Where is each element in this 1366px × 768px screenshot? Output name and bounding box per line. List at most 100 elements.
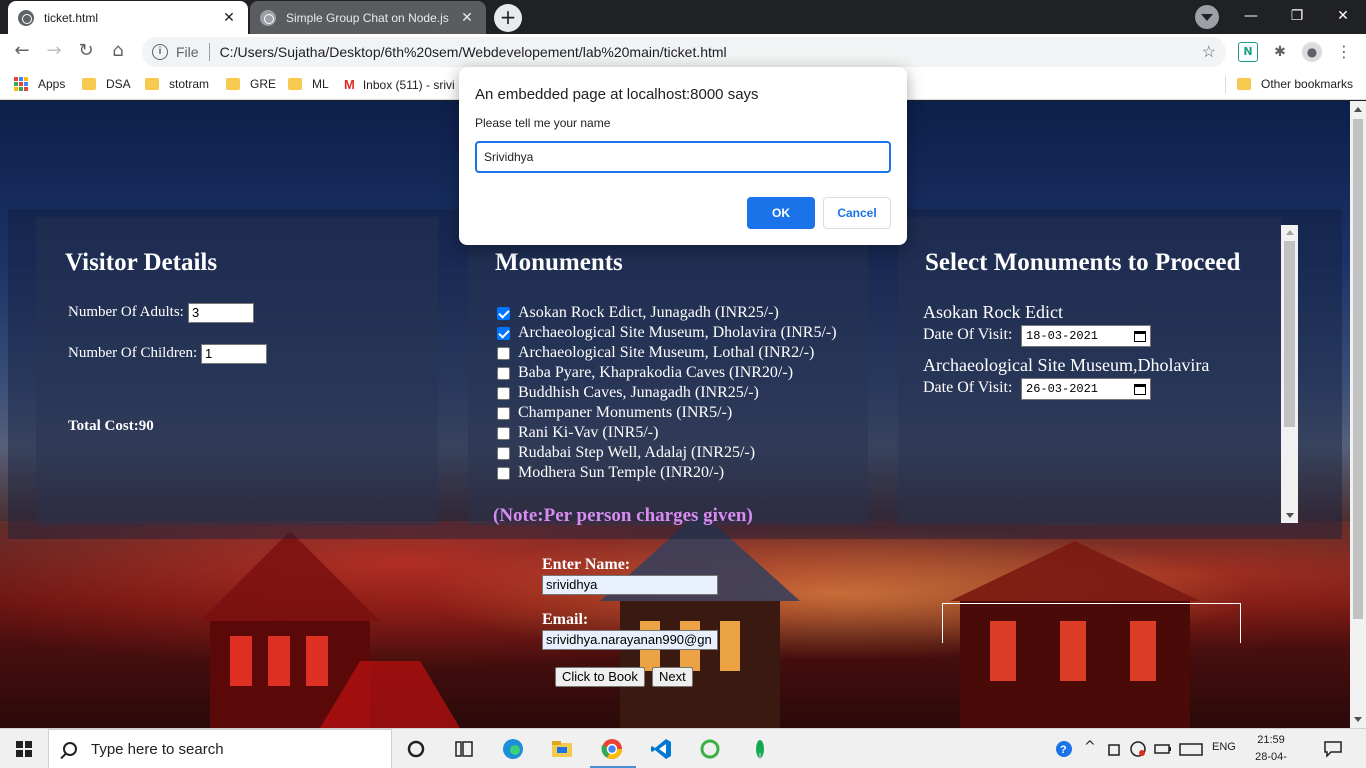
tab-search-icon[interactable]	[1195, 5, 1219, 29]
new-tab-button[interactable]: +	[494, 4, 522, 32]
monument-item[interactable]: Archaeological Site Museum, Dholavira (I…	[497, 323, 837, 343]
url-text[interactable]: C:/Users/Sujatha/Desktop/6th%20sem/Webde…	[220, 44, 727, 60]
checkbox[interactable]	[497, 326, 510, 340]
monument-item[interactable]: Modhera Sun Temple (INR20/-)	[497, 463, 837, 483]
bookmark-gmail[interactable]: M Inbox (511) - srivi	[344, 77, 455, 92]
restore-button[interactable]: ❐	[1274, 0, 1320, 34]
scroll-thumb[interactable]	[1353, 119, 1363, 619]
visit-date-input[interactable]: 26-03-2021	[1021, 378, 1151, 400]
monument-item[interactable]: Champaner Monuments (INR5/-)	[497, 403, 837, 423]
dialog-name-input[interactable]: Srividhya	[475, 141, 891, 173]
mongodb-icon[interactable]	[748, 737, 772, 761]
tab-group-chat[interactable]: Simple Group Chat on Node.js ✕	[250, 1, 486, 34]
calendar-icon[interactable]	[1134, 383, 1146, 395]
minimize-button[interactable]: —	[1228, 0, 1274, 34]
monument-item[interactable]: Asokan Rock Edict, Junagadh (INR25/-)	[497, 303, 837, 323]
monument-item[interactable]: Rudabai Step Well, Adalaj (INR25/-)	[497, 443, 837, 463]
scroll-up-icon[interactable]	[1286, 230, 1294, 235]
scroll-up-icon[interactable]	[1354, 107, 1362, 112]
monument-item[interactable]: Archaeological Site Museum, Lothal (INR2…	[497, 343, 837, 363]
monument-item[interactable]: Rani Ki-Vav (INR5/-)	[497, 423, 837, 443]
battery-icon[interactable]	[1152, 737, 1172, 761]
total-cost: Total Cost:90	[68, 418, 154, 434]
children-input[interactable]: 1	[201, 344, 267, 364]
ok-button[interactable]: OK	[747, 197, 815, 229]
bookmark-star-icon[interactable]: ☆	[1202, 42, 1216, 62]
scroll-down-icon[interactable]	[1286, 513, 1294, 518]
scroll-thumb[interactable]	[1284, 241, 1295, 427]
reload-icon[interactable]: ↻	[74, 40, 98, 64]
adults-label: Number Of Adults:	[68, 304, 184, 320]
home-icon[interactable]: ⌂	[106, 40, 130, 64]
folder-icon	[82, 78, 96, 90]
monuments-list: Asokan Rock Edict, Junagadh (INR25/-) Ar…	[497, 303, 837, 483]
checkbox[interactable]	[497, 446, 510, 460]
monument-label: Rani Ki-Vav (INR5/-)	[518, 424, 659, 441]
profile-avatar-icon[interactable]: ●	[1302, 42, 1322, 62]
email-input[interactable]: srividhya.narayanan990@gn	[542, 630, 718, 650]
onedrive-icon[interactable]	[1104, 737, 1124, 761]
divider	[1225, 76, 1226, 94]
cancel-button[interactable]: Cancel	[823, 197, 891, 229]
checkbox[interactable]	[497, 406, 510, 420]
back-icon[interactable]: ←	[10, 40, 34, 64]
monument-label: Archaeological Site Museum, Dholavira (I…	[518, 324, 837, 341]
tab-close-icon[interactable]: ✕	[458, 9, 476, 26]
windows-start-icon[interactable]	[16, 741, 32, 757]
monument-item[interactable]: Buddhish Caves, Junagadh (INR25/-)	[497, 383, 837, 403]
selected-monument-name: Asokan Rock Edict	[923, 302, 1063, 322]
bookmark-folder-dsa[interactable]: DSA	[82, 77, 131, 91]
bookmark-folder-stotram[interactable]: stotram	[145, 77, 209, 91]
folder-icon	[226, 78, 240, 90]
checkbox[interactable]	[497, 386, 510, 400]
address-bar[interactable]: i File C:/Users/Sujatha/Desktop/6th%20se…	[142, 37, 1226, 67]
clock[interactable]: 21:59 28-04-2021	[1244, 732, 1298, 768]
info-icon[interactable]: i	[152, 44, 168, 60]
chrome-icon[interactable]	[600, 737, 624, 761]
task-view-icon[interactable]	[452, 737, 476, 761]
checkbox[interactable]	[497, 366, 510, 380]
app-ring-icon[interactable]	[698, 737, 722, 761]
monuments-title: Monuments	[495, 249, 623, 276]
chevron-up-icon[interactable]: ^	[1084, 739, 1096, 755]
visit-date-input[interactable]: 18-03-2021	[1021, 325, 1151, 347]
tab-ticket[interactable]: ticket.html ✕	[8, 1, 248, 34]
notifications-icon[interactable]	[1322, 737, 1344, 761]
bookmark-other[interactable]: Other bookmarks	[1237, 77, 1353, 91]
bookmark-folder-gre[interactable]: GRE	[226, 77, 276, 91]
bookmark-label: DSA	[106, 77, 131, 91]
vscode-icon[interactable]	[649, 737, 673, 761]
checkbox[interactable]	[497, 426, 510, 440]
name-label: Enter Name:	[542, 556, 631, 573]
cortana-icon[interactable]	[404, 737, 428, 761]
extensions-puzzle-icon[interactable]: ✱	[1270, 42, 1290, 62]
bookmark-apps[interactable]: Apps	[14, 77, 65, 91]
keyboard-icon[interactable]	[1178, 737, 1204, 761]
panel-scrollbar[interactable]	[1281, 225, 1298, 523]
monument-item[interactable]: Baba Pyare, Khaprakodia Caves (INR20/-)	[497, 363, 837, 383]
network-icon[interactable]	[1128, 737, 1148, 761]
scroll-down-icon[interactable]	[1354, 717, 1362, 722]
checkbox[interactable]	[497, 466, 510, 480]
menu-kebab-icon[interactable]: ⋮	[1334, 42, 1354, 62]
file-explorer-icon[interactable]	[550, 737, 574, 761]
adults-input[interactable]: 3	[188, 303, 254, 323]
tab-title: ticket.html	[44, 10, 99, 25]
calendar-icon[interactable]	[1134, 330, 1146, 342]
language-indicator[interactable]: ENG	[1212, 741, 1236, 753]
bookmark-folder-ml[interactable]: ML	[288, 77, 329, 91]
checkbox[interactable]	[497, 306, 510, 320]
edge-icon[interactable]	[501, 737, 525, 761]
checkbox[interactable]	[497, 346, 510, 360]
book-button[interactable]: Click to Book	[555, 667, 645, 687]
tab-close-icon[interactable]: ✕	[220, 9, 238, 26]
page-scrollbar[interactable]	[1350, 101, 1366, 728]
monument-label: Rudabai Step Well, Adalaj (INR25/-)	[518, 444, 756, 461]
next-button[interactable]: Next	[652, 667, 693, 687]
help-icon[interactable]: ?	[1054, 737, 1076, 761]
forward-icon[interactable]: →	[42, 40, 66, 64]
name-input[interactable]: srividhya	[542, 575, 718, 595]
window-close-button[interactable]: ✕	[1320, 0, 1366, 34]
taskbar-search[interactable]: Type here to search	[48, 729, 392, 768]
extension-n-icon[interactable]: N	[1238, 42, 1258, 62]
